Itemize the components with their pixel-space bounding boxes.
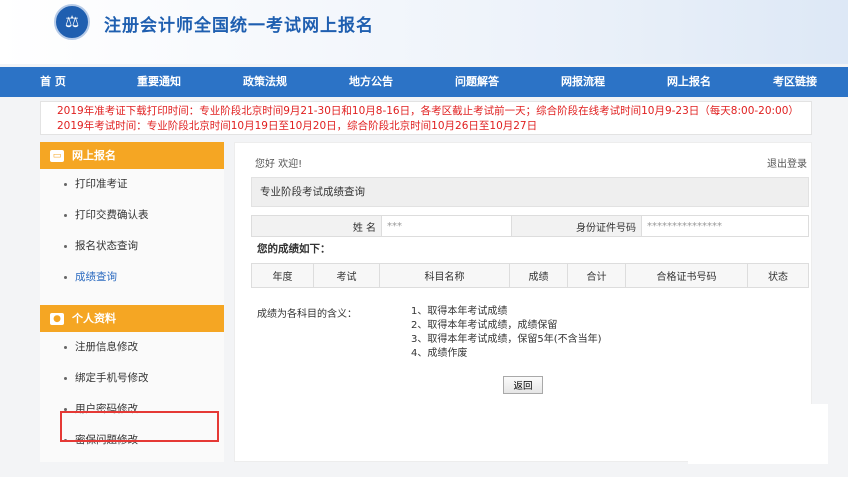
welcome-row: 您好 欢迎! 退出登录 (255, 155, 807, 170)
legend-list: 1、取得本年考试成绩 2、取得本年考试成绩，成绩保留 3、取得本年考试成绩，保留… (411, 305, 602, 361)
site-header: ⚖ 注册会计师全国统一考试网上报名 (0, 0, 848, 64)
sidebar-header-profile: ● 个人资料 (40, 305, 224, 332)
candidate-info-table: 姓 名 *** 身份证件号码 *************** (251, 215, 809, 237)
sidebar-item-score-query[interactable]: 成绩查询 (40, 262, 224, 293)
sidebar-item-edit-phone[interactable]: 绑定手机号修改 (40, 363, 224, 394)
logout-link[interactable]: 退出登录 (767, 155, 807, 170)
sidebar-item-registration-status[interactable]: 报名状态查询 (40, 231, 224, 262)
sidebar-header-label: 个人资料 (72, 312, 116, 325)
nav-online-registration[interactable]: 网上报名 (636, 67, 742, 97)
nav-process[interactable]: 网报流程 (530, 67, 636, 97)
query-title-bar: 专业阶段考试成绩查询 (251, 177, 809, 207)
sidebar-header-online: ▭ 网上报名 (40, 142, 224, 169)
welcome-text: 您好 欢迎! (255, 159, 303, 170)
name-label: 姓 名 (251, 215, 382, 237)
id-value: *************** (641, 215, 809, 237)
column-header: 合计 (567, 263, 626, 288)
column-header: 科目名称 (379, 263, 510, 288)
column-header: 考试 (313, 263, 380, 288)
notice-banner: 2019年准考证下载打印时间：专业阶段北京时间9月21-30日和10月8-16日… (40, 101, 812, 135)
legend-label: 成绩为各科目的含义： (257, 309, 357, 320)
nav-local-announcements[interactable]: 地方公告 (318, 67, 424, 97)
sidebar-item-payment-form[interactable]: 打印交费确认表 (40, 200, 224, 231)
legend-item: 4、成绩作废 (411, 348, 468, 359)
column-header: 状态 (747, 263, 809, 288)
nav-home[interactable]: 首 页 (0, 67, 106, 97)
sidebar-item-edit-password[interactable]: 用户密码修改 (40, 394, 224, 425)
sidebar-item-edit-registration[interactable]: 注册信息修改 (40, 332, 224, 363)
results-table: 年度 考试 科目名称 成绩 合计 合格证书号码 状态 (251, 263, 809, 288)
sidebar-item-admission-ticket[interactable]: 打印准考证 (40, 169, 224, 200)
site-title: 注册会计师全国统一考试网上报名 (104, 16, 374, 36)
table-header-row: 年度 考试 科目名称 成绩 合计 合格证书号码 状态 (251, 263, 809, 288)
legend-item: 3、取得本年考试成绩，保留5年(不含当年) (411, 334, 602, 345)
person-icon: ● (50, 312, 64, 325)
nav-notices[interactable]: 重要通知 (106, 67, 212, 97)
results-title: 您的成绩如下： (257, 243, 331, 255)
sidebar-header-label: 网上报名 (72, 149, 116, 162)
main-nav: 首 页 重要通知 政策法规 地方公告 问题解答 网报流程 网上报名 考区链接 (0, 67, 848, 97)
sidebar-item-edit-security-question[interactable]: 密保问题修改 (40, 425, 224, 456)
nav-exam-links[interactable]: 考区链接 (742, 67, 848, 97)
nav-policies[interactable]: 政策法规 (212, 67, 318, 97)
name-value: *** (381, 215, 512, 237)
watermark-area (688, 404, 828, 464)
id-label: 身份证件号码 (511, 215, 642, 237)
column-header: 年度 (251, 263, 314, 288)
notice-line: 2019年准考证下载打印时间：专业阶段北京时间9月21-30日和10月8-16日… (57, 105, 795, 117)
return-button[interactable]: 返回 (503, 376, 543, 394)
sidebar: ▭ 网上报名 打印准考证 打印交费确认表 报名状态查询 成绩查询 ● 个人资料 … (40, 142, 224, 462)
legend-item: 2、取得本年考试成绩，成绩保留 (411, 320, 558, 331)
logo-icon: ⚖ (54, 4, 90, 40)
column-header: 合格证书号码 (625, 263, 748, 288)
legend-item: 1、取得本年考试成绩 (411, 306, 508, 317)
monitor-icon: ▭ (50, 149, 64, 162)
notice-line: 2019年考试时间：专业阶段北京时间10月19日至10月20日，综合阶段北京时间… (57, 120, 538, 132)
column-header: 成绩 (509, 263, 568, 288)
nav-faq[interactable]: 问题解答 (424, 67, 530, 97)
